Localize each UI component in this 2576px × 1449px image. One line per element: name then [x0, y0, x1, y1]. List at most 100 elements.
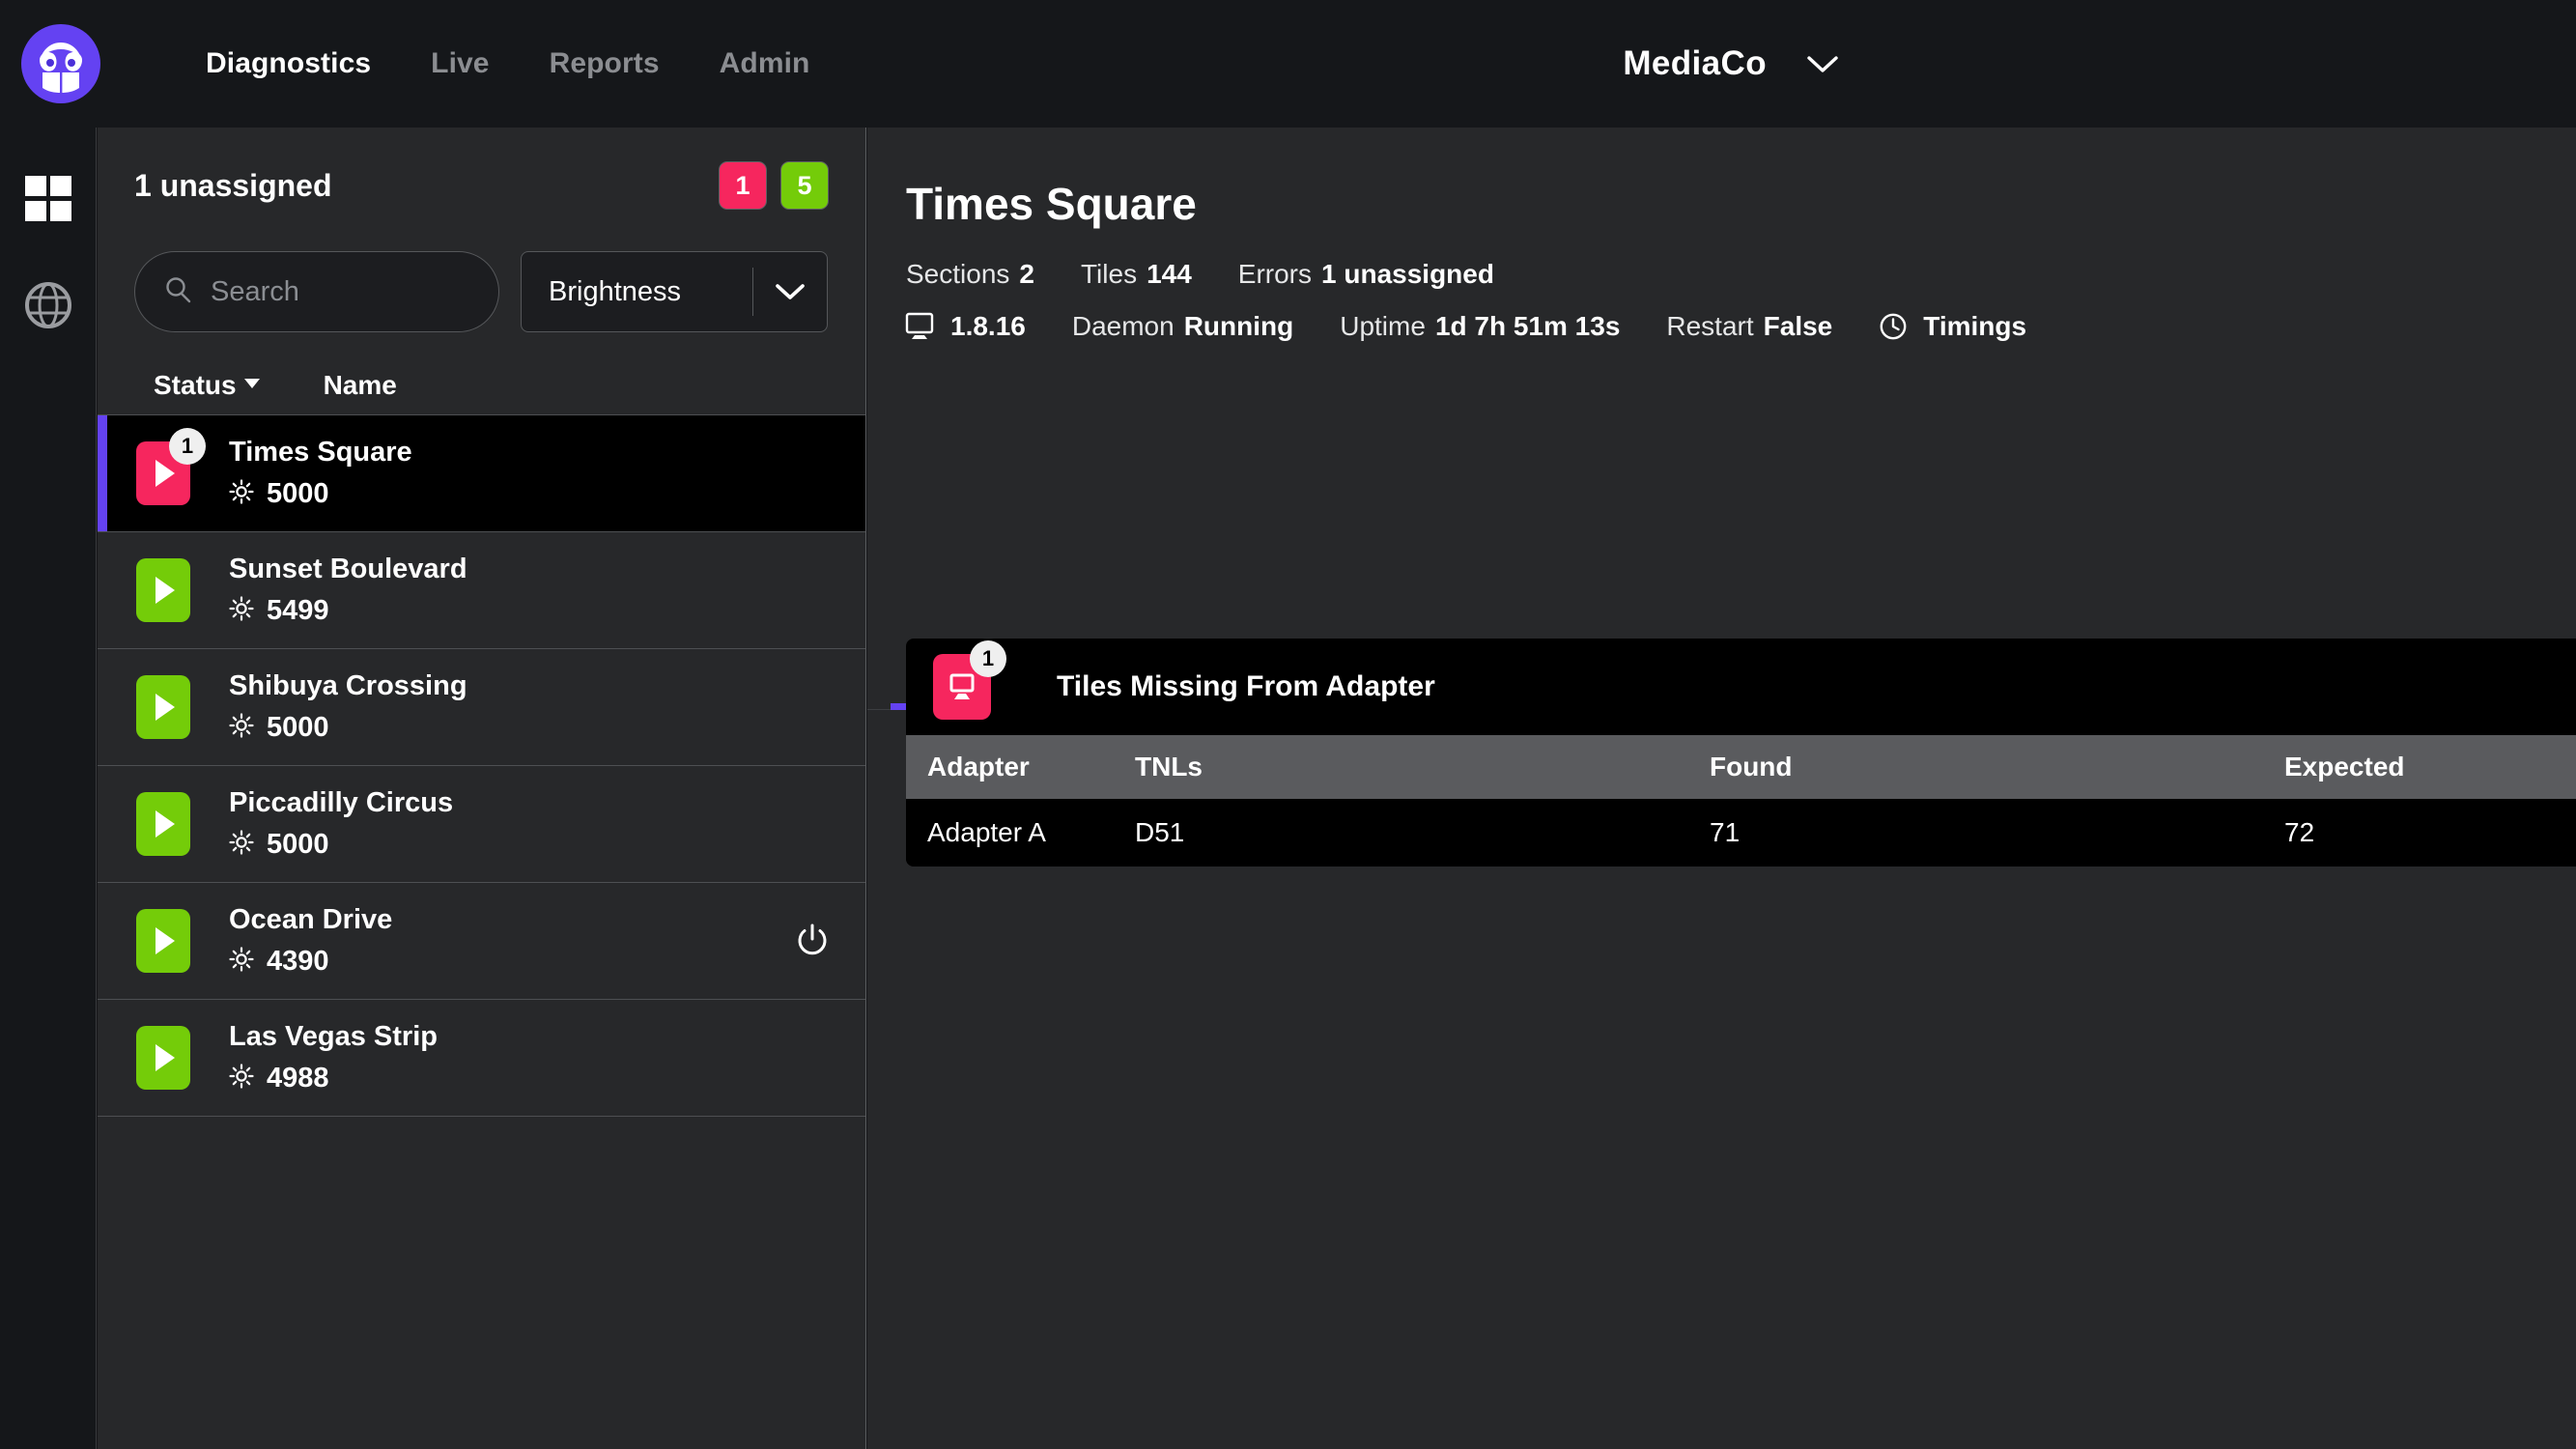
brightness-value: 5000 — [267, 829, 329, 860]
play-status-icon[interactable] — [136, 792, 190, 856]
brightness-value: 5000 — [267, 712, 329, 743]
globe-icon[interactable] — [23, 280, 73, 330]
table-row[interactable]: Adapter A D51 71 72 — [906, 799, 2576, 867]
brightness-value: 4988 — [267, 1063, 329, 1094]
sort-select[interactable]: Brightness — [521, 251, 828, 332]
status-cell — [98, 558, 229, 622]
row-text: Shibuya Crossing 5000 — [229, 670, 759, 744]
unassigned-count-title: 1 unassigned — [134, 167, 332, 203]
status-cell: 1 — [98, 428, 229, 505]
list-item[interactable]: 1 Times Square 5000 — [98, 415, 865, 532]
list-item-name: Piccadilly Circus — [229, 787, 454, 818]
brightness-group: 5000 — [229, 478, 759, 510]
panel-header: 1 unassigned 1 5 — [98, 128, 865, 243]
status-cell — [98, 792, 229, 856]
errors-value: 1 unassigned — [1321, 259, 1494, 289]
cell-tnls: D51 — [1114, 799, 1688, 867]
page-title: Times Square — [906, 179, 1197, 229]
status-badges: 1 5 — [719, 161, 829, 210]
nav-item-reports[interactable]: Reports — [520, 47, 690, 80]
tiles-label: Tiles — [1080, 259, 1138, 289]
status-badge-error[interactable]: 1 — [719, 161, 767, 210]
nav-item-live[interactable]: Live — [401, 47, 519, 80]
owl-logo-glyph — [37, 40, 85, 93]
column-header-found[interactable]: Found — [1688, 735, 2263, 799]
status-cell — [98, 675, 229, 739]
column-header-status[interactable]: Status — [154, 370, 260, 401]
search-input[interactable]: Search — [134, 251, 499, 332]
brightness-icon — [229, 1064, 254, 1094]
column-header-tnls[interactable]: TNLs — [1114, 735, 1688, 799]
icon-rail — [0, 128, 97, 1449]
list-item[interactable]: Sunset Boulevard 5499 — [98, 532, 865, 649]
play-status-icon[interactable] — [136, 909, 190, 973]
grid-dashboard-icon[interactable] — [23, 174, 73, 224]
list-item[interactable]: Piccadilly Circus 5000 — [98, 766, 865, 883]
list-item[interactable]: Las Vegas Strip 4988 — [98, 1000, 865, 1117]
error-table: Adapter TNLs Found Expected Adapter A D5… — [906, 735, 2576, 867]
uptime-label: Uptime — [1340, 311, 1426, 341]
daemon-value: Running — [1183, 311, 1294, 341]
row-text: Times Square 5000 — [229, 437, 759, 510]
status-cell — [98, 1026, 229, 1090]
play-triangle-icon — [156, 1044, 175, 1071]
power-icon — [798, 923, 827, 955]
restart-value: False — [1763, 311, 1833, 341]
chevron-down-icon — [753, 281, 827, 302]
list-item-name: Ocean Drive — [229, 904, 393, 935]
row-text: Sunset Boulevard 5499 — [229, 554, 759, 627]
tiles-value: 144 — [1146, 259, 1192, 289]
cell-found: 71 — [1688, 799, 2263, 867]
brightness-icon — [229, 596, 254, 626]
cell-adapter: Adapter A — [906, 799, 1114, 867]
status-badge-ok[interactable]: 5 — [780, 161, 829, 210]
detail-stats-row: Sections 2 Tiles 144 Errors 1 unassigned — [906, 259, 2576, 290]
restart-label: Restart — [1666, 311, 1754, 341]
status-cell — [98, 909, 229, 973]
row-text: Ocean Drive 4390 — [229, 904, 759, 978]
chevron-down-icon — [1803, 52, 1842, 75]
devices-panel: 1 unassigned 1 5 Search Brightness Statu… — [98, 128, 866, 1449]
list-item[interactable]: Ocean Drive 4390 — [98, 883, 865, 1000]
daemon-label: Daemon — [1071, 311, 1175, 341]
brightness-value: 5499 — [267, 595, 329, 626]
org-name: MediaCo — [1623, 44, 1767, 82]
timings-link[interactable]: Timings — [1923, 311, 2026, 342]
triangle-down-icon — [243, 379, 260, 388]
play-status-icon[interactable] — [136, 558, 190, 622]
column-header-adapter[interactable]: Adapter — [906, 735, 1114, 799]
nav-item-diagnostics[interactable]: Diagnostics — [176, 47, 401, 80]
brightness-group: 5499 — [229, 595, 759, 627]
play-triangle-icon — [156, 694, 175, 721]
app-logo[interactable] — [21, 24, 100, 103]
owl-logo-icon — [21, 24, 100, 103]
search-placeholder: Search — [211, 275, 299, 307]
brightness-group: 5000 — [229, 829, 759, 861]
uptime-value: 1d 7h 51m 13s — [1434, 311, 1621, 341]
error-card: 1 Tiles Missing From Adapter Adapter TNL… — [906, 639, 2576, 867]
search-icon — [164, 275, 193, 309]
list-item-name: Times Square — [229, 437, 412, 468]
play-triangle-icon — [156, 810, 175, 838]
play-triangle-icon — [156, 460, 175, 487]
list-item-name: Shibuya Crossing — [229, 670, 467, 701]
top-bar: Diagnostics Live Reports Admin MediaCo — [0, 0, 2576, 128]
power-button[interactable] — [759, 923, 865, 959]
column-header-expected[interactable]: Expected — [2263, 735, 2576, 799]
monitor-error-icon[interactable]: 1 — [933, 640, 1006, 720]
play-status-icon[interactable] — [136, 1026, 190, 1090]
sort-select-value: Brightness — [549, 275, 682, 307]
org-switcher[interactable]: MediaCo — [1623, 0, 2576, 128]
nav-item-admin[interactable]: Admin — [690, 47, 840, 80]
version-value: 1.8.16 — [950, 311, 1026, 341]
clock-icon — [1879, 312, 1908, 341]
row-text: Piccadilly Circus 5000 — [229, 787, 759, 861]
list-column-headers: Status Name — [98, 332, 865, 415]
play-status-icon[interactable]: 1 — [136, 428, 206, 505]
column-header-name[interactable]: Name — [324, 370, 397, 401]
monitor-icon — [904, 312, 935, 341]
device-list: 1 Times Square 5000 Sunset Boulevard 549… — [98, 415, 865, 1117]
sections-value: 2 — [1019, 259, 1034, 289]
play-status-icon[interactable] — [136, 675, 190, 739]
list-item[interactable]: Shibuya Crossing 5000 — [98, 649, 865, 766]
